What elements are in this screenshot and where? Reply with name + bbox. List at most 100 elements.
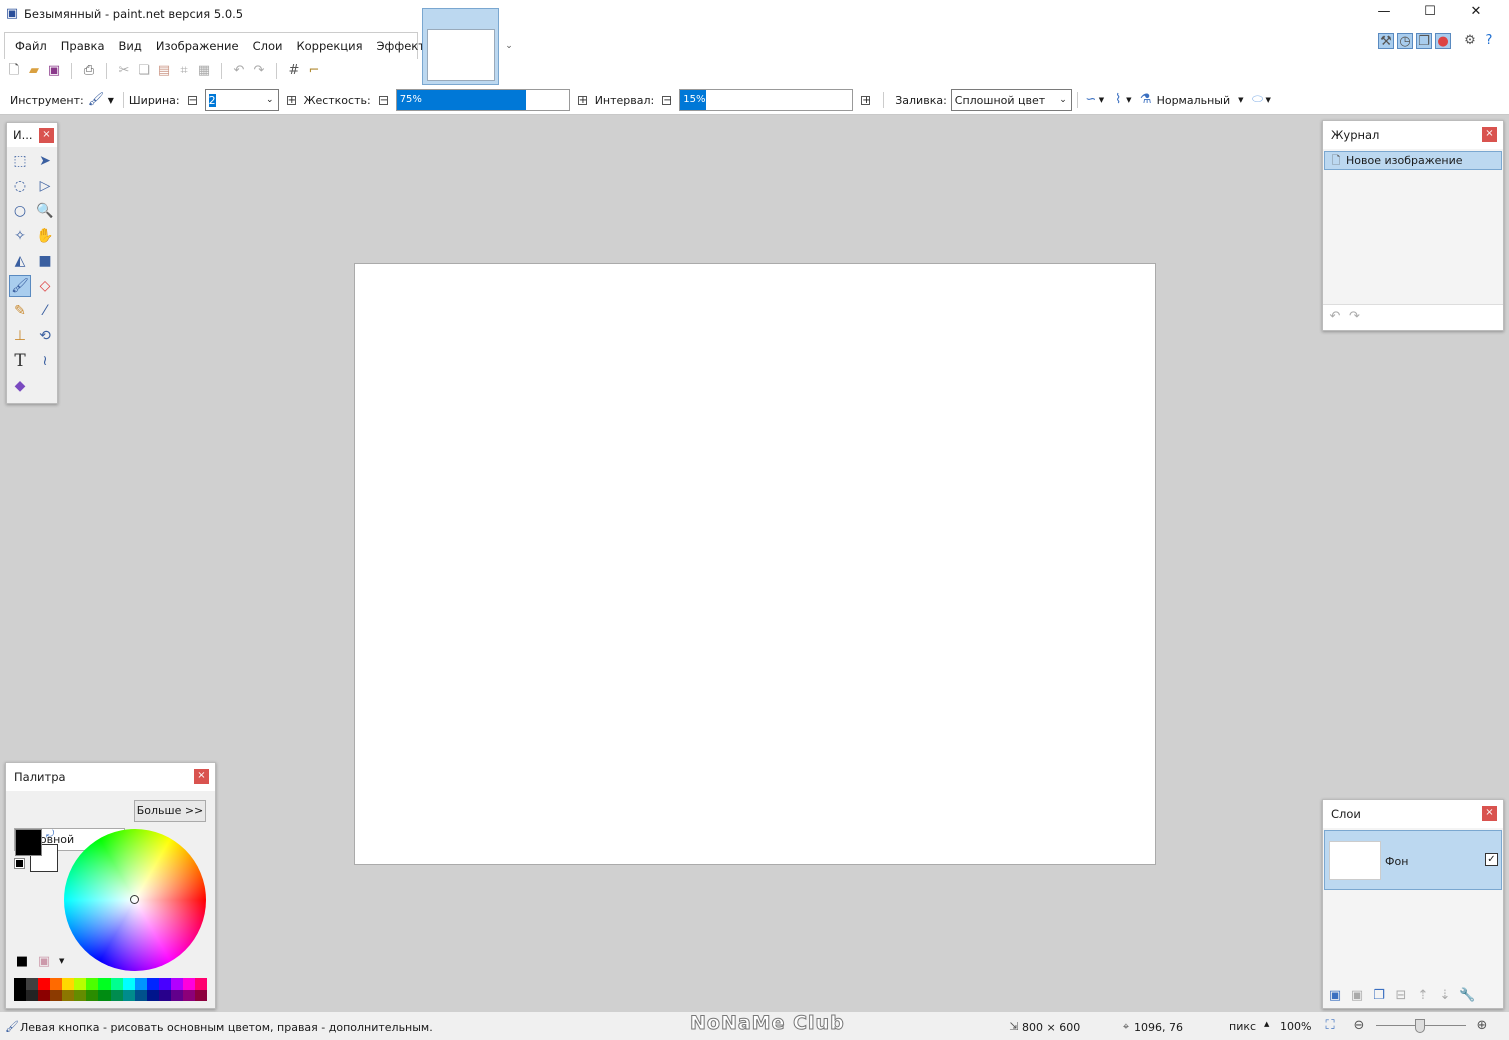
history-item[interactable]: 🗋 Новое изображение	[1324, 151, 1502, 170]
add-layer-icon[interactable]: ▣	[1327, 988, 1343, 1004]
menu-adjustments[interactable]: Коррекция	[289, 39, 369, 53]
duplicate-layer-icon[interactable]: ❐	[1371, 988, 1387, 1004]
color-picker-tool-icon[interactable]: ⁄	[34, 300, 56, 322]
lasso-select-tool-icon[interactable]: ◌	[9, 175, 31, 197]
width-input[interactable]: 2 ⌄	[204, 89, 279, 111]
copy-icon[interactable]: ❏	[136, 63, 152, 79]
paint-bucket-tool-icon[interactable]: ◭	[9, 250, 31, 272]
cut-icon[interactable]: ✂	[116, 63, 132, 79]
gradient-tool-icon[interactable]: ■	[34, 250, 56, 272]
palette-swatch[interactable]	[86, 978, 99, 1001]
close-button[interactable]: ✕	[1453, 4, 1499, 19]
palette-swatch[interactable]	[146, 978, 159, 1001]
maximize-button[interactable]: ☐	[1407, 4, 1453, 19]
save-icon[interactable]: ▣	[46, 63, 62, 79]
palette-menu-icon[interactable]: ▣	[36, 954, 52, 970]
redo-icon[interactable]: ↷	[251, 63, 267, 79]
zoom-slider-thumb[interactable]	[1415, 1019, 1425, 1033]
primary-color-swatch[interactable]	[15, 829, 42, 856]
palette-swatch[interactable]	[110, 978, 123, 1001]
menu-file[interactable]: Файл	[8, 39, 54, 53]
text-tool-icon[interactable]: T	[9, 350, 31, 372]
line-curve-tool-icon[interactable]: ≀	[34, 350, 56, 372]
fill-select[interactable]: Сплошной цвет ⌄	[950, 89, 1072, 111]
layer-item[interactable]: Фон ✓	[1324, 830, 1502, 890]
canvas[interactable]	[354, 263, 1156, 865]
clone-stamp-tool-icon[interactable]: ⊥	[9, 325, 31, 347]
hardness-decrease-button[interactable]: −	[378, 95, 388, 105]
palette-swatch[interactable]	[134, 978, 147, 1001]
settings-icon[interactable]: ⚙	[1462, 33, 1478, 49]
new-icon[interactable]: 🗋	[6, 63, 22, 79]
ruler-icon[interactable]: ⌐	[306, 63, 322, 79]
layers-toggle-icon[interactable]: ❐	[1416, 33, 1432, 49]
width-decrease-button[interactable]: −	[187, 95, 197, 105]
ellipse-select-tool-icon[interactable]: ○	[9, 200, 31, 222]
deselect-icon[interactable]: ▦	[196, 63, 212, 79]
palette-swatch[interactable]	[50, 978, 63, 1001]
palette-swatch[interactable]	[122, 978, 135, 1001]
units-select[interactable]: пикс	[1229, 1020, 1256, 1033]
history-redo-icon[interactable]: ↷	[1347, 309, 1363, 325]
menu-view[interactable]: Вид	[112, 39, 149, 53]
more-button[interactable]: Больше >>	[134, 800, 206, 822]
palette-swatch[interactable]	[170, 978, 183, 1001]
color-wheel[interactable]	[64, 829, 206, 971]
menu-edit[interactable]: Правка	[54, 39, 112, 53]
palette-swatch[interactable]	[26, 978, 39, 1001]
recolor-tool-icon[interactable]: ⟲	[34, 325, 56, 347]
image-tab-thumbnail[interactable]	[422, 8, 499, 85]
layer-properties-icon[interactable]: 🔧	[1459, 988, 1475, 1004]
magic-wand-tool-icon[interactable]: ✧	[9, 225, 31, 247]
palette-swatch[interactable]	[74, 978, 87, 1001]
paste-icon[interactable]: ▤	[156, 63, 172, 79]
antialiasing-icon[interactable]: ∽	[1083, 92, 1099, 108]
shapes-tool-icon[interactable]: ◆	[9, 375, 31, 397]
rectangle-select-tool-icon[interactable]: ⬚	[9, 150, 31, 172]
hardness-increase-button[interactable]: +	[577, 95, 587, 105]
interval-increase-button[interactable]: +	[861, 95, 871, 105]
reset-colors-icon[interactable]	[14, 858, 25, 869]
menu-layers[interactable]: Слои	[246, 39, 290, 53]
tools-toggle-icon[interactable]: ⚒	[1378, 33, 1394, 49]
palette-swatch[interactable]	[158, 978, 171, 1001]
open-icon[interactable]: ▰	[26, 63, 42, 79]
history-close-button[interactable]: ×	[1482, 127, 1497, 142]
width-increase-button[interactable]: +	[286, 95, 296, 105]
palette-swatch[interactable]	[14, 978, 27, 1001]
palette-swatch[interactable]	[62, 978, 75, 1001]
eraser-tool-icon[interactable]: ◇	[34, 275, 56, 297]
zoom-tool-icon[interactable]: 🔍	[34, 200, 56, 222]
zoom-out-icon[interactable]: ⊖	[1351, 1018, 1367, 1034]
palette-swatch[interactable]	[194, 978, 207, 1001]
palette-swatch[interactable]	[182, 978, 195, 1001]
swap-colors-icon[interactable]: ⤾	[46, 829, 54, 840]
palette-menu-dropdown-icon[interactable]: ▼	[59, 957, 64, 965]
zoom-level[interactable]: 100%	[1280, 1020, 1311, 1033]
palette-swatch[interactable]	[38, 978, 51, 1001]
selection-clipping-icon[interactable]: ⬭	[1250, 92, 1266, 108]
palette-swatch[interactable]	[98, 978, 111, 1001]
move-layer-down-icon[interactable]: ⇣	[1437, 988, 1453, 1004]
menu-image[interactable]: Изображение	[149, 39, 246, 53]
zoom-in-icon[interactable]: ⊕	[1474, 1018, 1490, 1034]
grid-icon[interactable]: #	[286, 63, 302, 79]
pencil-tool-icon[interactable]: ✎	[9, 300, 31, 322]
colors-toggle-icon[interactable]: ●	[1435, 33, 1451, 49]
delete-layer-icon[interactable]: ▣	[1349, 988, 1365, 1004]
move-layer-up-icon[interactable]: ⇡	[1415, 988, 1431, 1004]
move-selected-tool-icon[interactable]: ➤	[34, 150, 56, 172]
print-icon[interactable]: ⎙	[81, 63, 97, 79]
move-selection-tool-icon[interactable]: ▷	[34, 175, 56, 197]
tabs-overflow-icon[interactable]: ⌄	[501, 38, 517, 54]
history-undo-icon[interactable]: ↶	[1327, 309, 1343, 325]
pan-tool-icon[interactable]: ✋	[34, 225, 56, 247]
crop-icon[interactable]: ⌗	[176, 63, 192, 79]
help-icon[interactable]: ?	[1481, 33, 1497, 49]
paintbrush-tool-icon[interactable]: 🖌	[9, 275, 31, 297]
tools-close-button[interactable]: ×	[39, 128, 54, 143]
undo-icon[interactable]: ↶	[231, 63, 247, 79]
merge-layer-icon[interactable]: ⊟	[1393, 988, 1409, 1004]
add-color-icon[interactable]: ■	[14, 954, 30, 970]
paintbrush-tool-icon[interactable]: 🖌	[88, 92, 105, 108]
